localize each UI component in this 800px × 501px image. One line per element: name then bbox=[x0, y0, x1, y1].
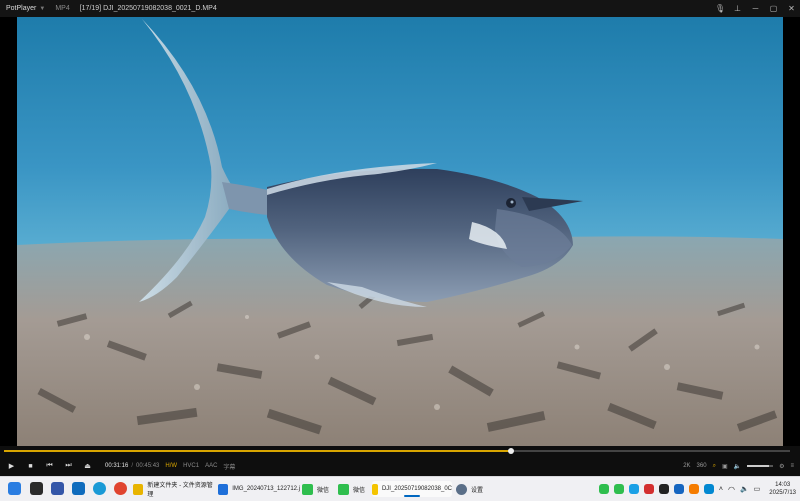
time-current: 00:31:16 bbox=[105, 463, 129, 469]
vr-label[interactable]: 360 bbox=[697, 463, 707, 469]
stop-icon[interactable]: ■ bbox=[21, 463, 40, 470]
time-separator: / bbox=[131, 463, 134, 469]
minimize-button[interactable]: ─ bbox=[751, 4, 760, 13]
tray-app-icon[interactable] bbox=[673, 484, 684, 494]
chrome-icon[interactable] bbox=[114, 482, 127, 495]
tray-wechat-icon[interactable] bbox=[613, 484, 624, 494]
volume-level bbox=[747, 465, 770, 467]
format-label: MP4 bbox=[55, 5, 70, 12]
seek-handle[interactable] bbox=[507, 448, 514, 454]
tray-app-icon[interactable] bbox=[688, 484, 699, 494]
taskbar-item-label: IMG_20240713_122712.j bbox=[232, 486, 300, 492]
taskbar-item-label: 新建文件夹 - 文件资源管理 bbox=[147, 483, 213, 498]
next-icon[interactable]: ⏭ bbox=[59, 462, 78, 470]
edge-icon[interactable] bbox=[93, 482, 106, 495]
eject-icon[interactable]: ⏏ bbox=[78, 462, 97, 470]
clock-date: 2025/7/13 bbox=[769, 490, 796, 496]
seek-bar[interactable] bbox=[4, 448, 790, 454]
right-controls: 2K 360 ⌕ ▣ 🔈 ⚙ ≡ bbox=[683, 458, 794, 474]
search-icon[interactable]: ⌕ bbox=[713, 463, 716, 470]
app-menu-button[interactable]: PotPlayer bbox=[6, 5, 36, 12]
battery-icon[interactable]: ▭ bbox=[754, 485, 761, 493]
tray-app-icon[interactable] bbox=[658, 484, 669, 494]
taskbar-item-explorer[interactable]: 新建文件夹 - 文件资源管理 bbox=[133, 481, 215, 498]
seek-progress bbox=[4, 450, 511, 452]
start-icon[interactable] bbox=[8, 482, 21, 495]
hw-decode-tag[interactable]: H/W bbox=[165, 463, 177, 469]
outlook-icon[interactable] bbox=[72, 482, 85, 495]
taskbar-item-photo[interactable]: IMG_20240713_122712.j bbox=[218, 481, 300, 497]
tray-wechat-icon[interactable] bbox=[598, 484, 609, 494]
wechat-icon bbox=[302, 483, 313, 495]
app-cube-icon[interactable] bbox=[30, 482, 43, 495]
screen-icon[interactable]: ▣ bbox=[722, 463, 728, 470]
wechat-icon bbox=[338, 483, 349, 495]
taskbar-item-label: 微信 bbox=[317, 487, 330, 494]
window-controls: 🎙 ⊥ ─ ▢ ✕ bbox=[715, 0, 796, 17]
taskbar-item-settings[interactable]: 设置 bbox=[456, 481, 492, 497]
windows-taskbar: 新建文件夹 - 文件资源管理 IMG_20240713_122712.j 微信 … bbox=[0, 476, 800, 501]
photos-icon bbox=[218, 483, 229, 495]
system-tray: ˄ ◠ 🔈 ▭ 14:03 2025/7/13 bbox=[598, 477, 796, 501]
pin-icon[interactable]: ⊥ bbox=[733, 4, 742, 13]
resolution-label[interactable]: 2K bbox=[683, 463, 690, 469]
audio-codec-tag[interactable]: AAC bbox=[205, 463, 217, 469]
system-clock[interactable]: 14:03 2025/7/13 bbox=[769, 481, 796, 497]
settings-icon bbox=[456, 483, 467, 495]
maximize-button[interactable]: ▢ bbox=[769, 4, 778, 13]
file-title: [17/19] DJI_20250719082038_0021_D.MP4 bbox=[79, 5, 217, 12]
taskbar-item-potplayer[interactable]: DJI_20250719082038_0C bbox=[372, 481, 452, 497]
subtitle-tag[interactable]: 字幕 bbox=[223, 462, 235, 471]
time-total: 00:45:43 bbox=[136, 463, 160, 469]
speaker-icon[interactable]: 🔈 bbox=[734, 463, 741, 470]
taskbar-item-label: 设置 bbox=[471, 487, 484, 494]
player-controls: ▶ ■ ⏮ ⏭ ⏏ 00:31:16 / 00:45:43 H/W HVC1 A… bbox=[0, 446, 800, 476]
volume-slider[interactable] bbox=[747, 465, 774, 467]
close-button[interactable]: ✕ bbox=[787, 4, 796, 13]
speaker-icon[interactable]: 🔈 bbox=[740, 485, 749, 493]
microphone-icon[interactable]: 🎙 bbox=[715, 4, 725, 13]
video-frame bbox=[17, 17, 783, 446]
menu-icon[interactable]: ≡ bbox=[790, 463, 794, 469]
tray-app-icon[interactable] bbox=[628, 484, 639, 494]
potplayer-icon bbox=[372, 483, 378, 495]
taskbar-item-wechat-2[interactable]: 微信 bbox=[338, 481, 372, 497]
control-row: ▶ ■ ⏮ ⏭ ⏏ 00:31:16 / 00:45:43 H/W HVC1 A… bbox=[0, 458, 800, 474]
taskbar-item-label: 微信 bbox=[353, 487, 366, 494]
tray-app-icon[interactable] bbox=[643, 484, 654, 494]
taskbar-item-label: DJI_20250719082038_0C bbox=[381, 486, 452, 492]
play-icon[interactable]: ▶ bbox=[2, 462, 21, 470]
chevron-up-icon[interactable]: ˄ bbox=[719, 486, 723, 493]
video-area[interactable] bbox=[17, 17, 783, 446]
title-bar: PotPlayer ▼ MP4 [17/19] DJI_202507190820… bbox=[0, 0, 800, 17]
video-codec-tag[interactable]: HVC1 bbox=[183, 463, 199, 469]
wifi-icon[interactable]: ◠ bbox=[728, 485, 735, 494]
folder-icon bbox=[133, 483, 144, 495]
app-chart-icon[interactable] bbox=[51, 482, 64, 495]
tray-bluetooth-icon[interactable] bbox=[703, 484, 714, 494]
clock-time: 14:03 bbox=[775, 482, 791, 488]
taskbar-item-wechat-1[interactable]: 微信 bbox=[302, 481, 336, 497]
settings-gear-icon[interactable]: ⚙ bbox=[779, 463, 784, 470]
chevron-down-icon[interactable]: ▼ bbox=[39, 6, 45, 12]
previous-icon[interactable]: ⏮ bbox=[40, 462, 59, 470]
